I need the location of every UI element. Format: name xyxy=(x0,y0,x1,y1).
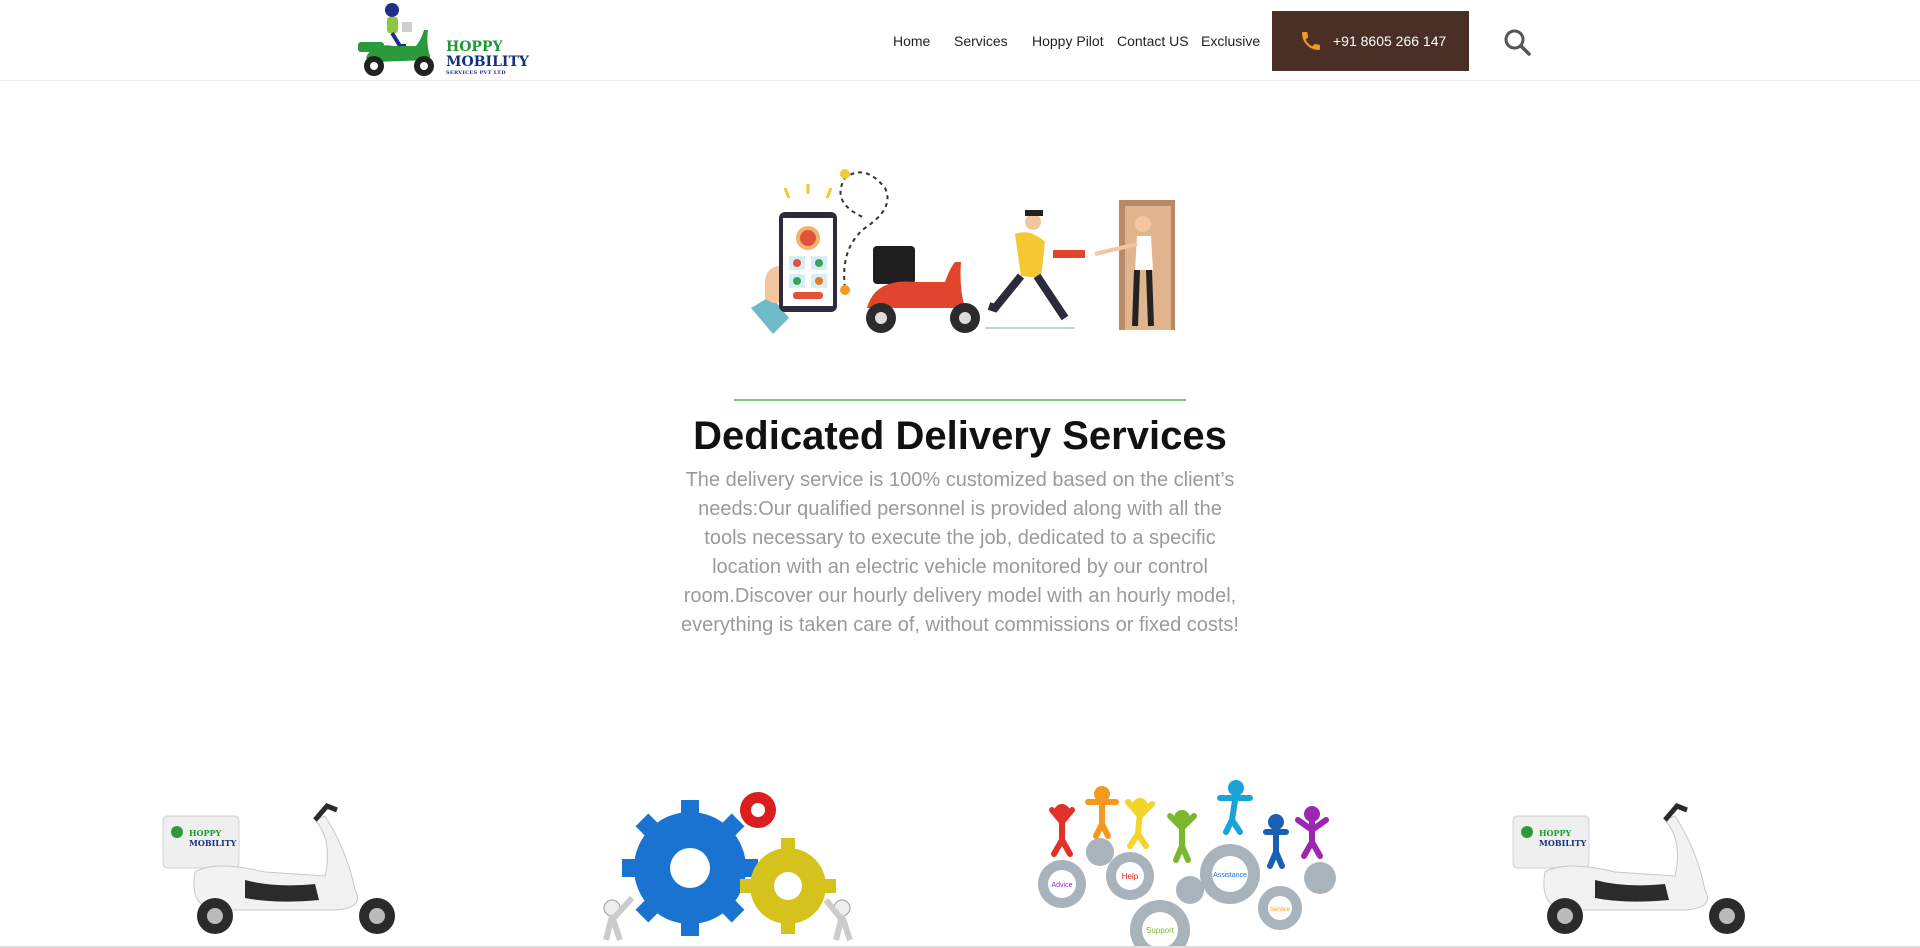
gear-label-advice: Advice xyxy=(1051,882,1072,889)
delivery-illustration xyxy=(751,169,1175,334)
box-brand-line2: MOBILITY xyxy=(189,838,237,848)
logo-line-2: MOBILITY xyxy=(446,54,529,70)
box-brand-line2-b: MOBILITY xyxy=(1539,838,1587,848)
phone-number: +91 8605 266 147 xyxy=(1333,33,1447,49)
gear-label-service: Service xyxy=(1270,907,1291,913)
page-title: Dedicated Delivery Services xyxy=(693,414,1227,458)
logo-line-3: SERVICES PVT LTD xyxy=(446,70,506,76)
service-description: The delivery service is 100% customized … xyxy=(680,469,1239,636)
site-header: HOPPY MOBILITY SERVICES PVT LTD Home Ser… xyxy=(0,0,1920,81)
support-gears-image: Advice Help Assistance Support Service xyxy=(1038,780,1336,948)
section-divider xyxy=(734,399,1186,401)
nav-home[interactable]: Home xyxy=(893,33,930,49)
nav-contact-us[interactable]: Contact US xyxy=(1117,33,1189,49)
logo-line-1: HOPPY xyxy=(446,39,503,55)
box-brand-line1-b: HOPPY xyxy=(1539,828,1572,838)
company-logo[interactable]: HOPPY MOBILITY SERVICES PVT LTD xyxy=(354,2,529,78)
nav-hoppy-pilot[interactable]: Hoppy Pilot xyxy=(1032,33,1104,49)
nav-exclusive[interactable]: Exclusive xyxy=(1201,33,1260,49)
nav-services[interactable]: Services xyxy=(954,33,1008,49)
logo-wordmark: HOPPY MOBILITY SERVICES PVT LTD xyxy=(446,40,529,77)
gear-label-assistance: Assistance xyxy=(1213,872,1247,879)
teamwork-gears-image xyxy=(603,792,853,941)
branded-scooter-image-2: HOPPY MOBILITY xyxy=(1512,803,1745,934)
search-icon[interactable] xyxy=(1503,28,1531,56)
branded-scooter-image: HOPPY MOBILITY xyxy=(162,803,395,934)
phone-icon xyxy=(1302,32,1320,50)
box-brand-line1: HOPPY xyxy=(189,828,222,838)
phone-call-button[interactable]: +91 8605 266 147 xyxy=(1272,11,1469,71)
gear-label-support: Support xyxy=(1146,926,1175,935)
gear-label-help: Help xyxy=(1122,872,1139,881)
